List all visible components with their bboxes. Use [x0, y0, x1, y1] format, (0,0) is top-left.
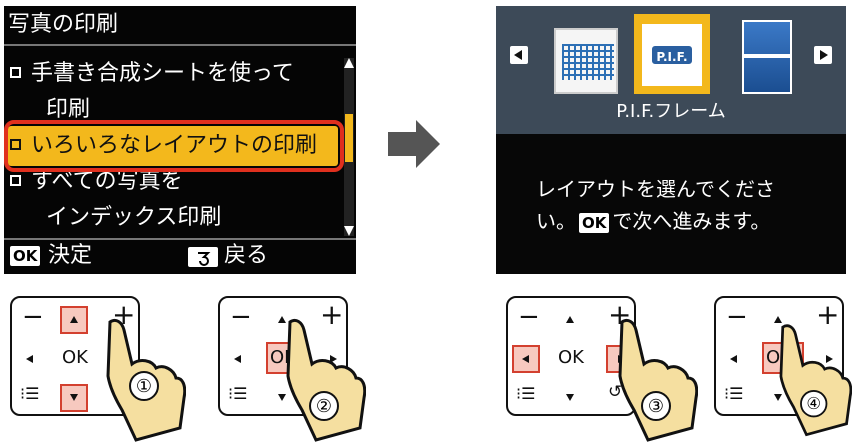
pif-badge: P.I.F. [650, 44, 694, 66]
step-number-4: ④ [806, 394, 821, 413]
pointing-hand-icon-1: ① [106, 318, 186, 442]
left-arrow-icon[interactable] [522, 355, 529, 363]
minus-key[interactable]: − [518, 302, 540, 332]
layout-thumb-index[interactable] [554, 28, 618, 94]
minus-key[interactable]: − [726, 302, 748, 332]
next-step-arrow-icon [388, 132, 416, 156]
layout-caption: P.I.F.フレーム [616, 101, 726, 122]
ok-key-badge: OK [579, 213, 610, 233]
menu-list-icon[interactable]: ⁝☰ [724, 384, 743, 403]
next-step-arrow-head-icon [416, 120, 440, 168]
pointing-hand-icon-4: ④ [779, 324, 852, 437]
left-arrow-icon[interactable] [234, 355, 241, 363]
menu-list-icon[interactable]: ⁝☰ [20, 384, 39, 403]
ok-key-badge: OK [10, 246, 41, 266]
instruction-line-2: い。 OK で次へ進みます。 [536, 209, 771, 233]
scroll-down-icon [344, 226, 354, 236]
step-number-1: ① [136, 376, 152, 397]
instruction-line-1: レイアウトを選んでくださ [536, 177, 775, 201]
ok-key[interactable]: OK [558, 346, 584, 370]
footer-divider [4, 238, 356, 240]
title-divider [4, 44, 356, 46]
index-grid-icon [562, 44, 614, 80]
step-number-2: ② [316, 396, 332, 417]
step-number-3: ③ [648, 396, 664, 417]
pointing-hand-icon-3: ③ [618, 318, 698, 442]
menu-item-index-print-cont: インデックス印刷 [46, 205, 222, 230]
bullet-icon [10, 66, 21, 78]
lcd-screen-layout-select: P.I.F. P.I.F.フレーム レイアウトを選んでくださ い。 OK で次へ進み… [496, 6, 846, 274]
minus-key[interactable]: − [22, 302, 44, 332]
up-arrow-icon[interactable] [70, 316, 78, 323]
carousel-right-icon[interactable] [814, 46, 832, 64]
scrollbar-thumb[interactable] [345, 114, 353, 162]
left-arrow-icon[interactable] [26, 355, 33, 363]
back-label: 戻る [224, 243, 269, 268]
menu-list-icon[interactable]: ⁝☰ [516, 384, 535, 403]
back-key-icon [188, 247, 218, 267]
pointing-hand-icon-2: ② [286, 318, 366, 442]
menu-list-icon[interactable]: ⁝☰ [228, 384, 247, 403]
ok-key[interactable]: OK [62, 346, 88, 370]
scroll-up-icon [344, 58, 354, 68]
down-arrow-icon[interactable] [566, 394, 574, 401]
split-divider [742, 54, 792, 58]
selection-callout-ring [4, 120, 344, 172]
down-arrow-icon[interactable] [70, 394, 78, 401]
screen-title: 写真の印刷 [8, 12, 119, 37]
lcd-screen-photo-print-menu: 写真の印刷 手書き合成シートを使って 印刷 いろいろなレイアウトの印刷 すべての… [4, 6, 356, 274]
up-arrow-icon[interactable] [566, 316, 574, 323]
minus-key[interactable]: − [230, 302, 252, 332]
menu-item-handwritten-sheet[interactable]: 手書き合成シートを使って [10, 56, 294, 92]
left-arrow-icon[interactable] [730, 355, 737, 363]
ok-confirm-label: 決定 [48, 243, 93, 268]
carousel-left-icon[interactable] [510, 46, 528, 64]
bullet-icon [10, 174, 21, 186]
